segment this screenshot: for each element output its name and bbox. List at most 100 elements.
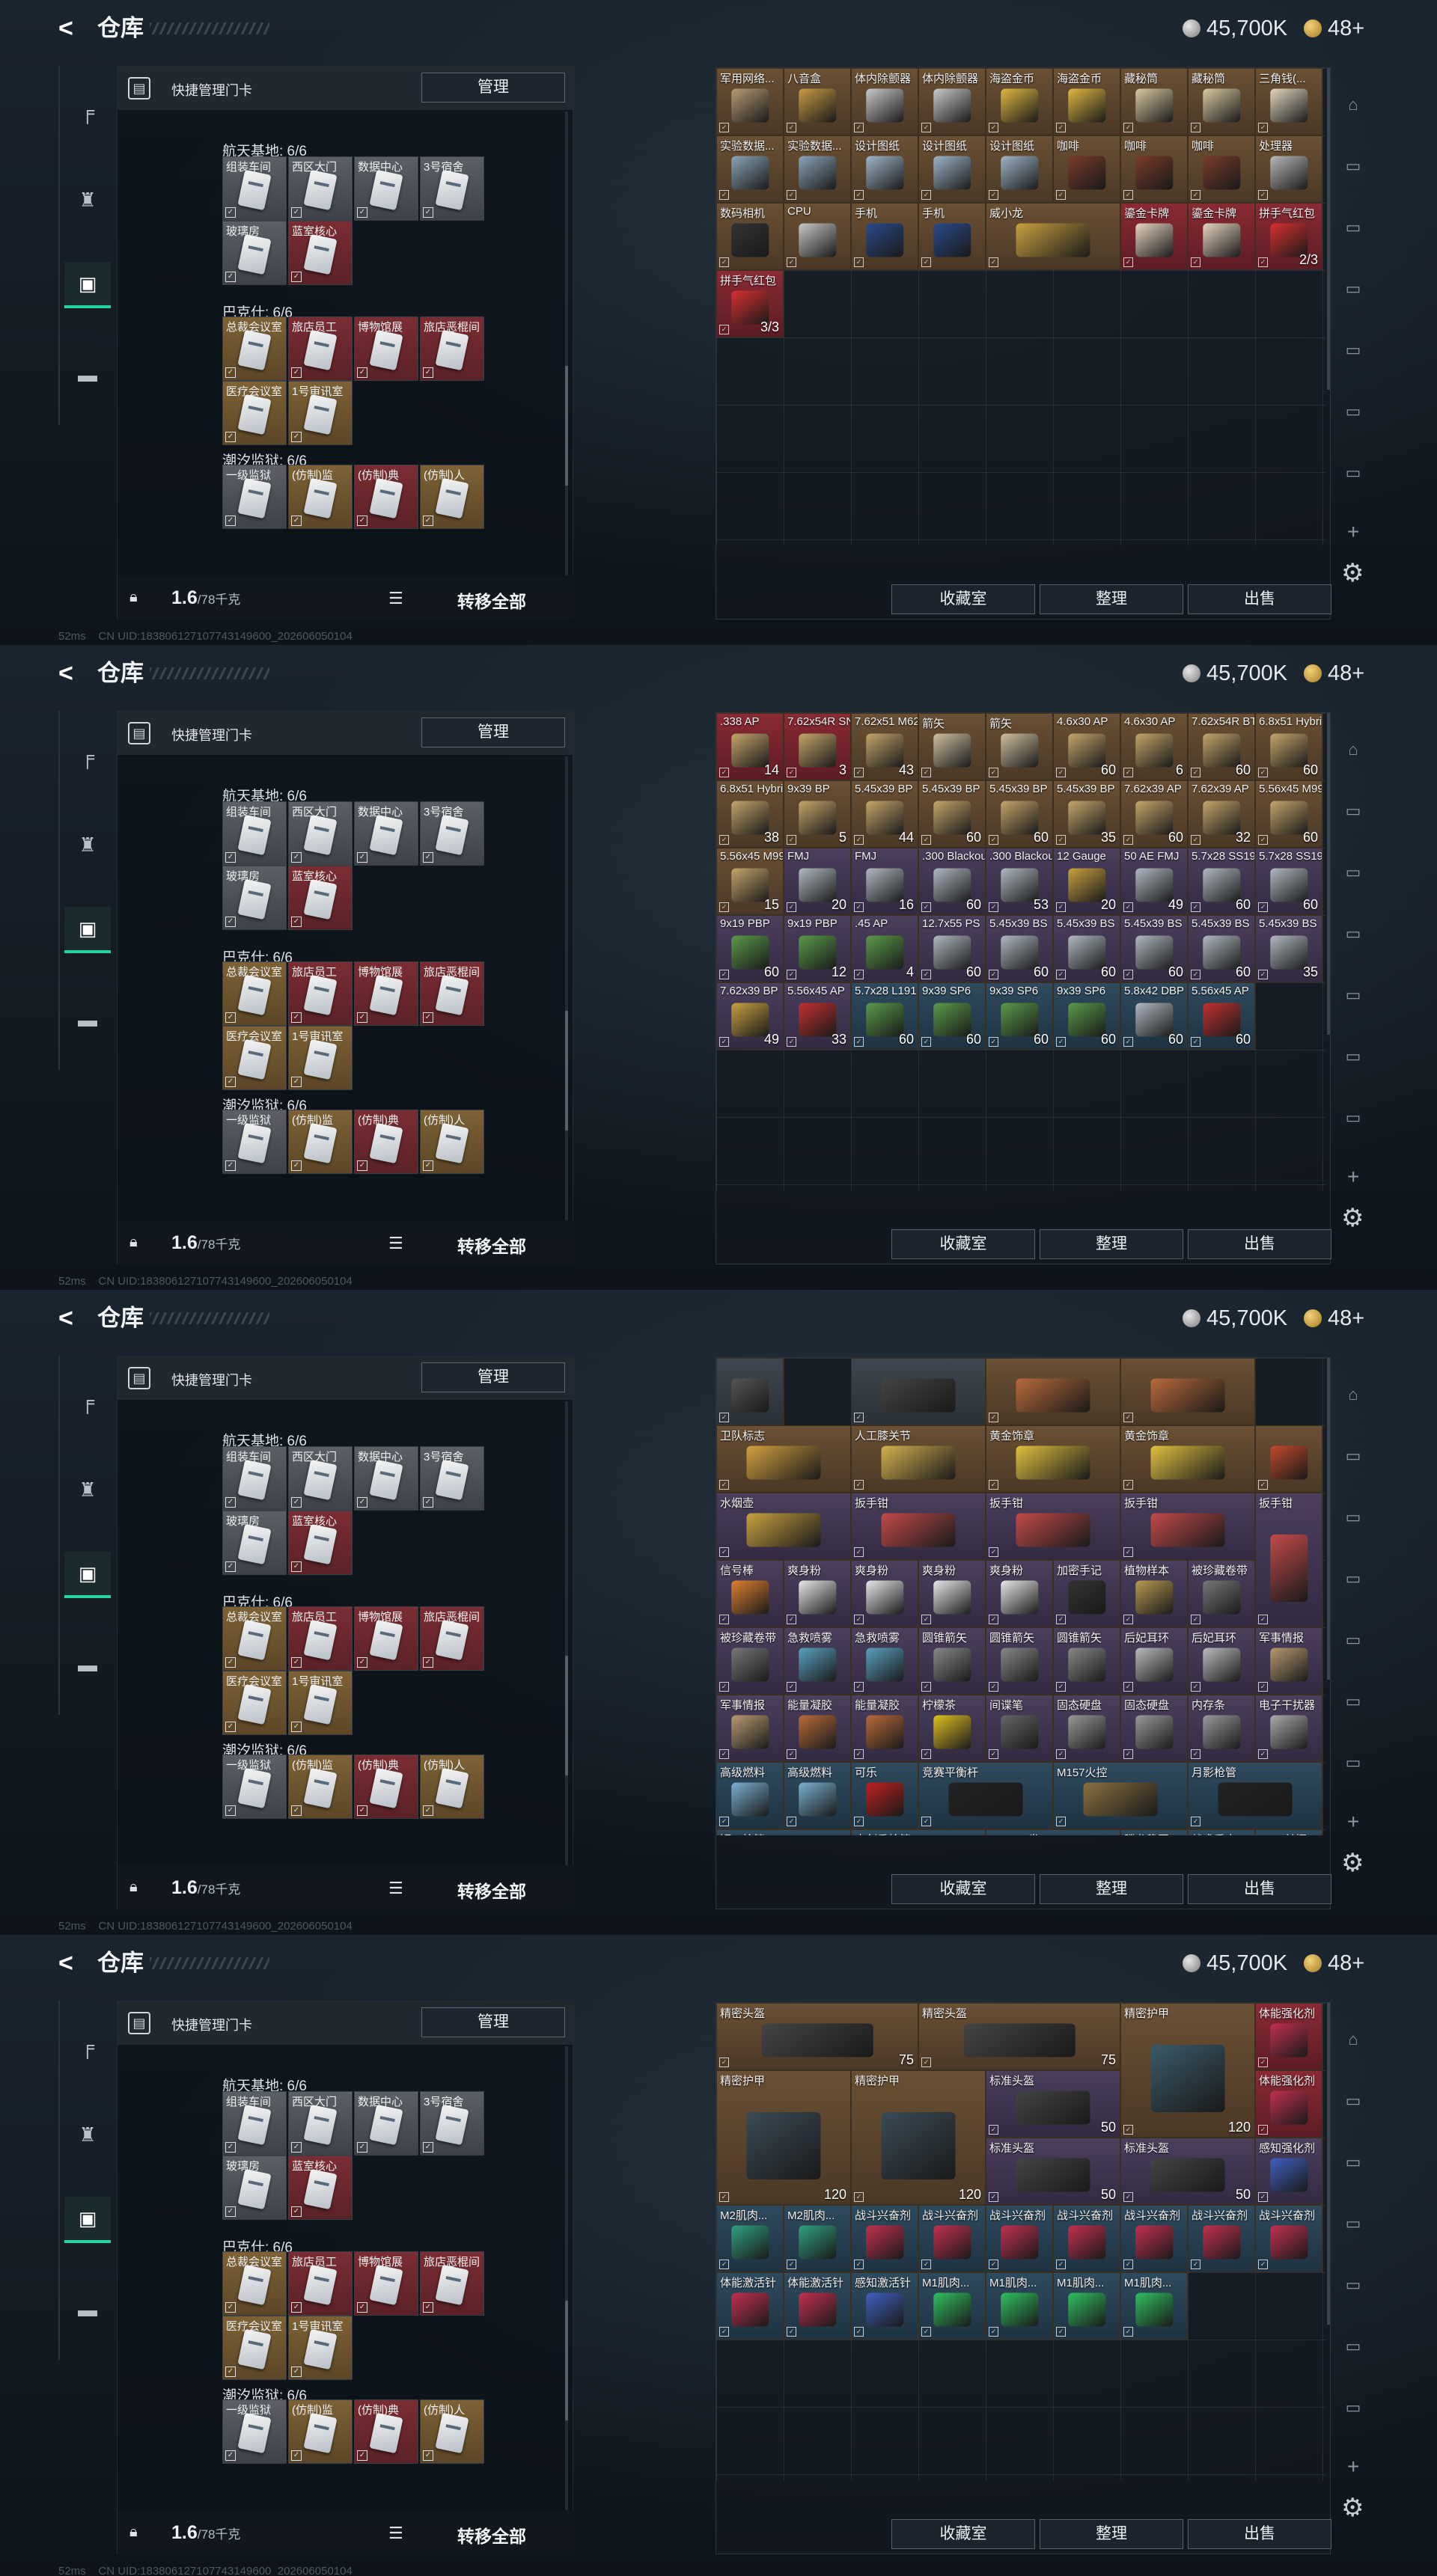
- keycard-slot[interactable]: 3号宿舍 ✓: [420, 156, 484, 221]
- storage-item[interactable]: 藏秘筒 ✓: [1120, 68, 1188, 135]
- case-tab-icon[interactable]: ▬: [64, 1642, 111, 1688]
- storage-item[interactable]: 5.45x39 BP 35 ✓: [1053, 780, 1120, 848]
- sell-button[interactable]: 出售: [1188, 1229, 1331, 1259]
- storage-item[interactable]: 能量凝胶 ✓: [784, 1695, 851, 1762]
- list-icon[interactable]: ☰: [388, 1234, 403, 1253]
- storage-item[interactable]: 6.8x51 Hybrid 38 ✓: [716, 780, 784, 848]
- storage-item[interactable]: 咖啡 ✓: [1053, 135, 1120, 203]
- storage-item[interactable]: 固态硬盘 ✓: [1120, 1695, 1188, 1762]
- storage-item[interactable]: 被珍藏卷带 ✓: [1188, 1560, 1255, 1627]
- storage-item[interactable]: 战斗兴奋剂 ✓: [1255, 2205, 1322, 2272]
- storage-item[interactable]: 黄金饰章 ✓: [986, 1425, 1120, 1493]
- storage-item[interactable]: M1肌肉... ✓: [1120, 2272, 1188, 2340]
- keycard-slot[interactable]: (仿制)监 ✓: [288, 1754, 353, 1819]
- storage-item[interactable]: M1肌肉... ✓: [918, 2272, 986, 2340]
- storage-item[interactable]: 短刃枪管✓: [716, 1829, 851, 1835]
- storage-item[interactable]: 体能激活针 ✓: [784, 2272, 851, 2340]
- keycard-slot[interactable]: 1号审讯室 ✓: [288, 1026, 353, 1090]
- manage-button[interactable]: 管理: [421, 2007, 565, 2037]
- storage-page-4-icon[interactable]: ▭: [1337, 2207, 1370, 2240]
- storage-item[interactable]: 9x39 BP 5 ✓: [784, 780, 851, 848]
- keycard-scrollbar[interactable]: [565, 2046, 568, 2510]
- settings-gear-icon[interactable]: ⚙: [1341, 2493, 1364, 2523]
- sort-button[interactable]: 整理: [1040, 1874, 1183, 1904]
- keycard-slot[interactable]: 一级监狱 ✓: [222, 1110, 287, 1174]
- storage-item[interactable]: 植物样本 ✓: [1120, 1560, 1188, 1627]
- storage-item[interactable]: 5.7x28 L191 60 ✓: [851, 982, 918, 1050]
- weapon-tab-icon[interactable]: ╒: [64, 2023, 111, 2069]
- storage-item[interactable]: 扳手钳 ✓: [851, 1493, 986, 1560]
- keycard-slot[interactable]: 一级监狱 ✓: [222, 465, 287, 529]
- storage-item[interactable]: 7.62x51 M62 43 ✓: [851, 713, 918, 780]
- keycard-slot[interactable]: 旅店恶棍间 ✓: [420, 1606, 484, 1671]
- storage-item[interactable]: 5.56x45 AP 60 ✓: [1188, 982, 1255, 1050]
- keycard-slot[interactable]: 3号宿舍 ✓: [420, 2091, 484, 2156]
- keycard-slot[interactable]: 玻璃房 ✓: [222, 2156, 287, 2220]
- storage-item[interactable]: 9x19 PBP 60 ✓: [716, 915, 784, 982]
- storage-page-5-icon[interactable]: ▭: [1337, 334, 1370, 367]
- storage-item[interactable]: 5.56x45 M995 15 ✓: [716, 848, 784, 915]
- case-tab-icon[interactable]: ▬: [64, 352, 111, 398]
- storage-item[interactable]: 50 AE FMJ 49 ✓: [1120, 848, 1188, 915]
- storage-item[interactable]: 扳手钳 ✓: [1255, 1493, 1322, 1627]
- keycard-slot[interactable]: 3号宿舍 ✓: [420, 1446, 484, 1511]
- storage-item[interactable]: 精密护甲 120 ✓: [716, 2070, 851, 2205]
- storage-page-4-icon[interactable]: ▭: [1337, 917, 1370, 950]
- keycard-slot[interactable]: 总裁会议室 ✓: [222, 1606, 287, 1671]
- add-page-icon[interactable]: +: [1347, 520, 1359, 544]
- storage-page-3-icon[interactable]: ▭: [1337, 211, 1370, 244]
- storage-item[interactable]: 6.8x51 Hybrid 60 ✓: [1255, 713, 1322, 780]
- storage-item[interactable]: 实验数据... ✓: [784, 135, 851, 203]
- back-arrow-icon[interactable]: <: [58, 1948, 82, 1978]
- storage-item[interactable]: 击剑手枪管✓: [851, 1829, 986, 1835]
- storage-item[interactable]: 军用网络... ✓: [716, 68, 784, 135]
- keycard-slot[interactable]: 博物馆展 ✓: [354, 2251, 418, 2316]
- storage-grid[interactable]: 精密头盔 75 ✓ 精密头盔 75 ✓ 精密护甲 120 ✓ 体能强化剂 ✓ 精密护甲 120 ✓ 精密护甲…: [716, 2003, 1325, 2480]
- storage-item[interactable]: 感知强化剂 ✓: [1255, 2138, 1322, 2205]
- storage-item[interactable]: M1肌肉... ✓: [986, 2272, 1053, 2340]
- back-arrow-icon[interactable]: <: [58, 1303, 82, 1333]
- lock-icon[interactable]: 🔒︎: [129, 589, 146, 607]
- keycard-slot[interactable]: 博物馆展 ✓: [354, 316, 418, 381]
- storage-item[interactable]: 5.8x42 DBP 60 ✓: [1120, 982, 1188, 1050]
- storage-page-4-icon[interactable]: ▭: [1337, 272, 1370, 305]
- keycard-slot[interactable]: 一级监狱 ✓: [222, 2399, 287, 2464]
- keycard-slot[interactable]: (仿制)人 ✓: [420, 465, 484, 529]
- storage-page-5-icon[interactable]: ▭: [1337, 1624, 1370, 1656]
- storage-page-1-icon[interactable]: ⌂: [1337, 88, 1370, 121]
- storage-page-1-icon[interactable]: ⌂: [1337, 1378, 1370, 1411]
- storage-page-2-icon[interactable]: ▭: [1337, 795, 1370, 827]
- keycard-tab-icon[interactable]: ▣: [64, 2197, 111, 2243]
- storage-item[interactable]: 黄金饰章 ✓: [1120, 1425, 1255, 1493]
- keycard-slot[interactable]: 总裁会议室 ✓: [222, 316, 287, 381]
- storage-item[interactable]: 扳手钳 ✓: [1120, 1493, 1255, 1560]
- storage-item[interactable]: 爽身粉 ✓: [918, 1560, 986, 1627]
- keycard-scrollbar[interactable]: [565, 111, 568, 575]
- sell-button[interactable]: 出售: [1188, 2519, 1331, 2549]
- keycard-slot[interactable]: 玻璃房 ✓: [222, 866, 287, 930]
- storage-item[interactable]: FMJ 16 ✓: [851, 848, 918, 915]
- scroll-thumb[interactable]: [565, 1656, 568, 1775]
- case-tab-icon[interactable]: ▬: [64, 2286, 111, 2333]
- keycard-slot[interactable]: (仿制)典 ✓: [354, 1110, 418, 1174]
- storage-item[interactable]: 能量凝胶 ✓: [851, 1695, 918, 1762]
- sell-button[interactable]: 出售: [1188, 584, 1331, 614]
- storage-item[interactable]: 标准头盔 50 ✓: [986, 2138, 1120, 2205]
- storage-item[interactable]: 9x19 PBP 12 ✓: [784, 915, 851, 982]
- storage-item[interactable]: 5.45x39 BP 44 ✓: [851, 780, 918, 848]
- storage-item[interactable]: 9x39 SP6 60 ✓: [986, 982, 1053, 1050]
- storage-item[interactable]: 精密护甲 120 ✓: [851, 2070, 986, 2205]
- armor-tab-icon[interactable]: ♜: [64, 177, 111, 223]
- keycard-slot[interactable]: 组装车间 ✓: [222, 156, 287, 221]
- storage-scrollbar[interactable]: [1327, 2003, 1330, 2325]
- storage-item[interactable]: 设计图纸 ✓: [851, 135, 918, 203]
- keycard-slot[interactable]: 医疗会议室 ✓: [222, 1671, 287, 1735]
- storage-item[interactable]: 5.7x28 SS190 60 ✓: [1255, 848, 1322, 915]
- storage-item[interactable]: ✓: [716, 1358, 784, 1425]
- storage-item[interactable]: 战斗兴奋剂 ✓: [1053, 2205, 1120, 2272]
- transfer-all-button[interactable]: 转移全部: [457, 1877, 526, 1903]
- lock-icon[interactable]: 🔒︎: [129, 1234, 146, 1252]
- sell-button[interactable]: 出售: [1188, 1874, 1331, 1904]
- keycard-slot[interactable]: (仿制)典 ✓: [354, 2399, 418, 2464]
- storage-item[interactable]: 战斗兴奋剂 ✓: [918, 2205, 986, 2272]
